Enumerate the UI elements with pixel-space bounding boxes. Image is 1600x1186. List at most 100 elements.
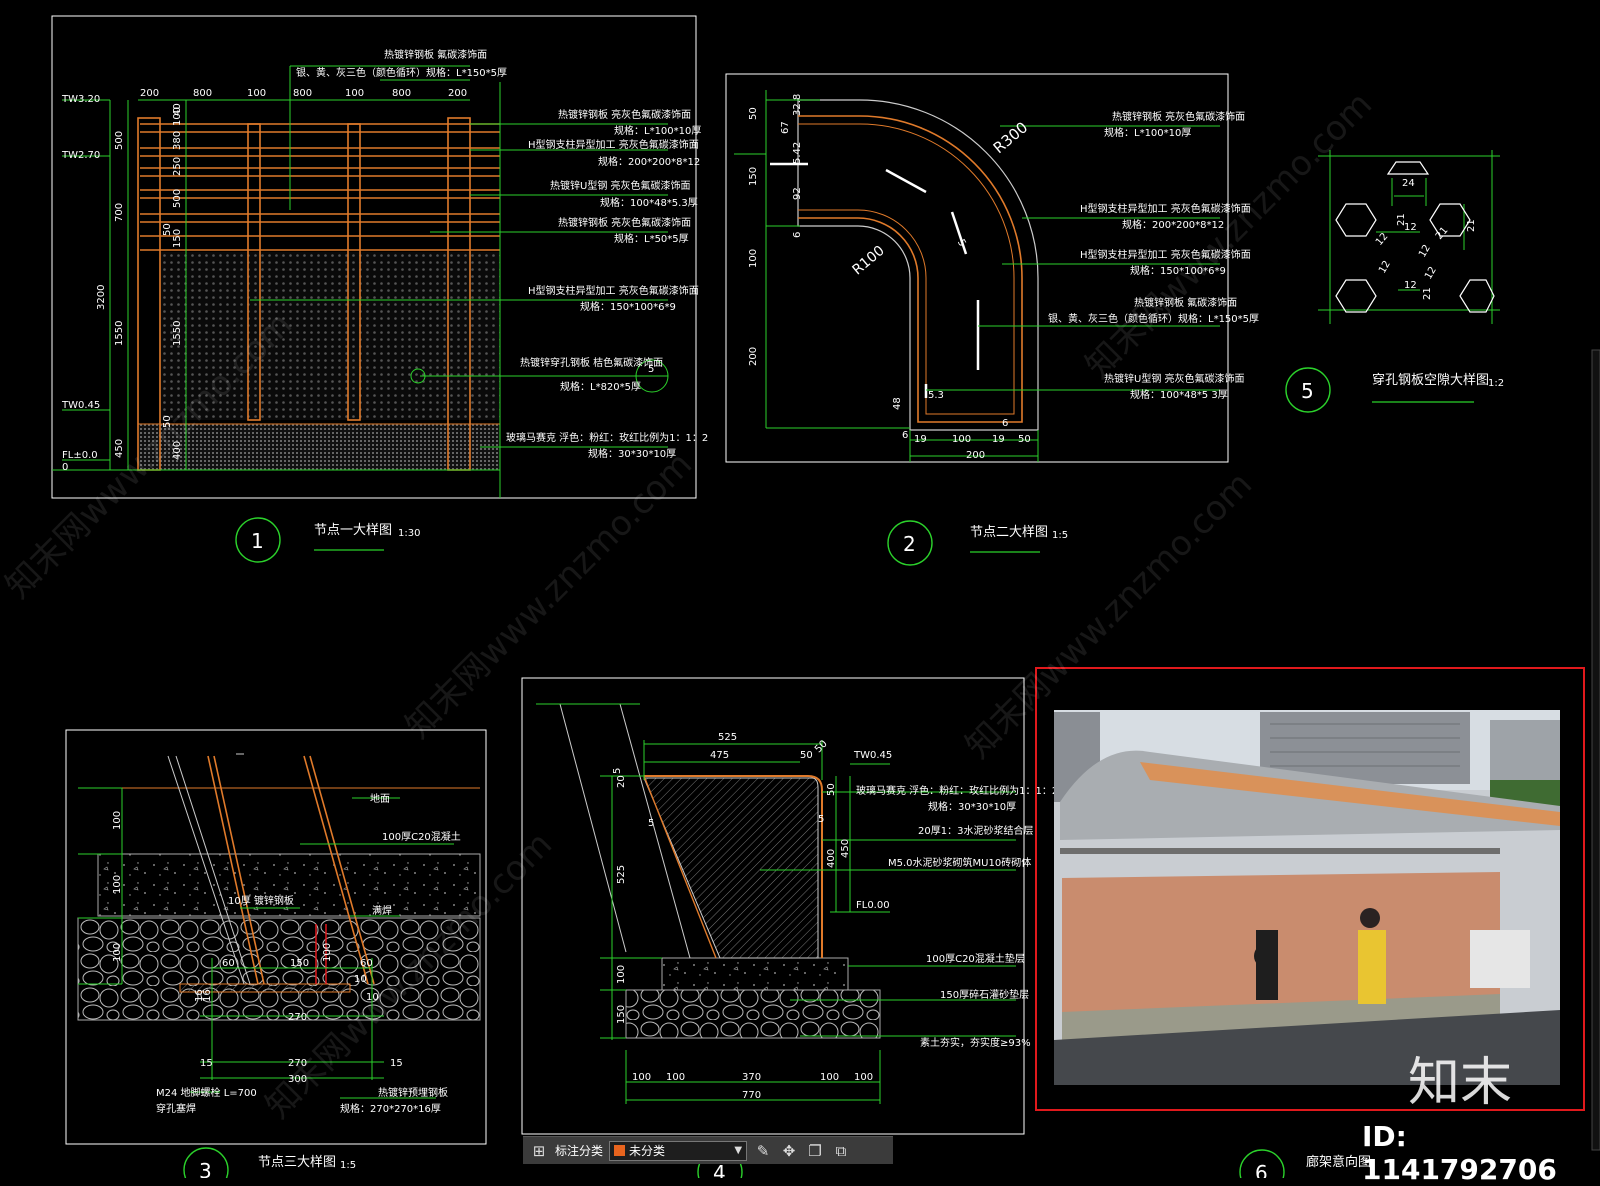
edit-icon[interactable]: ✎ [753,1141,773,1161]
dim-label: 100 [112,811,123,830]
detail-5-texts: 24 12 21 12 21 12 12 12 12 21 21 [1374,178,1477,300]
move-icon[interactable]: ✥ [779,1141,799,1161]
dim-label: 100 [172,107,183,126]
note: 规格：L*50*5厚 [614,232,689,245]
drawing-title-2[interactable]: 2 节点二大样图 1:5 [887,520,1068,566]
dim-label: 19 [992,434,1005,445]
note: 热镀锌U型钢 亮灰色氟碳漆饰面 [550,179,691,192]
dim-label: 800 [193,88,212,99]
paste-icon[interactable]: ⧉ [831,1141,851,1161]
note: 玻璃马赛克 浮色：粉红：玫红比例为1：1：2 [506,431,708,444]
title-text: 节点三大样图 [258,1155,336,1170]
dim-label: 100 [854,1072,873,1083]
dim-label: 200 [748,347,759,366]
dim-label: 21 [1422,287,1433,300]
title-number: 1 [251,529,264,553]
dim-label: 12 [1417,243,1433,260]
title-number: 3 [199,1159,212,1178]
dim-label: 50 [800,750,813,761]
dim-label: 32.8 [792,94,803,116]
copy-icon[interactable]: ❐ [805,1141,825,1161]
title-text: 节点二大样图 [970,525,1048,540]
note: 规格：200*200*8*12 [598,155,700,168]
drawing-title-3[interactable]: 3 节点三大样图 1:5 [183,1147,356,1178]
dim-label: 100 [820,1072,839,1083]
note: M5.0水泥砂浆砌筑MU10砖砌体 [888,856,1031,869]
dim-label: 270 [288,1012,307,1023]
dim-label: 100 [952,434,971,445]
level-fl00: FL±0.0 [62,450,98,461]
dim-label: 12 [1404,280,1417,291]
brand-logo: 知末 [1408,1053,1513,1113]
dim-label: 21 [1396,213,1407,226]
color-swatch [614,1145,626,1156]
dim-label: 5.42 [792,142,803,164]
note: 150厚碎石灌砂垫层 [940,988,1029,1001]
note: 规格：100*48*5.3厚 [600,196,698,209]
dim-label: 5 [612,768,623,774]
dim-label: 150 [172,229,183,248]
annotation-category-label: 标注分类 [555,1144,604,1158]
dim-label: 150 [290,958,309,969]
dim-label: 100 [247,88,266,99]
dim-label: 800 [293,88,312,99]
title-scale: 1:5 [340,1160,356,1171]
level-0: 0 [62,462,68,473]
note: 热镀锌预埋钢板 [378,1086,448,1099]
dim-label: 20 [616,775,627,788]
vertical-scrollbar[interactable] [1591,349,1600,1151]
dim-label: 5 [818,814,824,825]
dim-label: 200 [966,450,985,461]
note: 热镀锌钢板 亮灰色氟碳漆饰面 [1112,110,1245,123]
level-tw270: TW2.70 [61,150,100,161]
radius-label: R300 [990,118,1031,157]
level-label: FL0.00 [856,900,890,911]
note: 穿孔塞焊 [156,1102,196,1115]
dim-label: 100 [345,88,364,99]
dim-label: 150 [748,167,759,186]
dim-label: 200 [140,88,159,99]
dim-label: 800 [392,88,411,99]
dim-label: 6 [902,430,908,441]
level-tw045: TW0.45 [61,400,100,411]
note: 热镀锌穿孔钢板 桔色氟碳漆饰面 [520,356,663,369]
grid-icon[interactable]: ⊞ [529,1141,549,1161]
dim-label: 380 [172,131,183,150]
annotation-toolbar: ⊞ 标注分类 未分类 ▼ ✎ ✥ ❐ ⧉ [523,1136,893,1164]
note: 100厚C20混凝土 [382,830,461,843]
title-text: 穿孔钢板空隙大样图 [1372,372,1489,388]
dim-label: 250 [172,157,183,176]
dim-label: 12 [1377,259,1393,276]
dim-label: 450 [840,839,851,858]
category-dropdown[interactable]: 未分类 ▼ [609,1140,748,1161]
note: 热镀锌钢板 亮灰色氟碳漆饰面 [558,108,691,121]
dim-label: 15 [200,1058,213,1069]
note: 热镀锌钢板 氟碳漆饰面 [384,48,487,61]
drawing-title-1[interactable]: 1 节点一大样图 1:30 [235,517,420,563]
dim-label: 21 [1466,219,1477,232]
dim-label: 50 [1018,434,1031,445]
drawing-title-6[interactable]: 6 廊架意向图 [1239,1149,1371,1178]
dim-label: 48 [892,397,903,410]
note: 热镀锌U型钢 亮灰色氟碳漆饰面 [1104,372,1245,385]
dim-label: 100 [666,1072,685,1083]
dim-label: 525 [616,865,627,884]
note: M24 地脚螺栓 L=700 [156,1086,257,1099]
note: 地面 [370,792,390,805]
drawing-title-5[interactable]: 5 穿孔钢板空隙大样图 1:2 [1285,367,1504,413]
note: 银、黄、灰三色（颜色循环）规格：L*150*5厚 [296,66,507,79]
dim-label: 16 [202,989,213,1002]
level-label: TW0.45 [853,750,892,761]
dim-label: 12 [1423,265,1439,282]
title-text: 节点一大样图 [314,523,392,538]
dim-label: 1550 [172,321,183,346]
note: 规格：30*30*10厚 [928,800,1016,813]
cad-drawing-canvas[interactable]: TW3.20 TW2.70 TW0.45 FL±0.0 0 200 800 10… [0,0,1600,1178]
dim-label: 67 [780,121,791,134]
title-scale: 1:2 [1488,378,1504,389]
note: 100厚C20混凝土垫层 [926,952,1025,965]
note: H型钢支柱异型加工 亮灰色氟碳漆饰面 [528,138,699,151]
dim-label: 5.3 [928,390,944,401]
asset-id-label: ID: 1141792706 [1362,1120,1557,1186]
title-scale: 1:5 [1052,530,1068,541]
